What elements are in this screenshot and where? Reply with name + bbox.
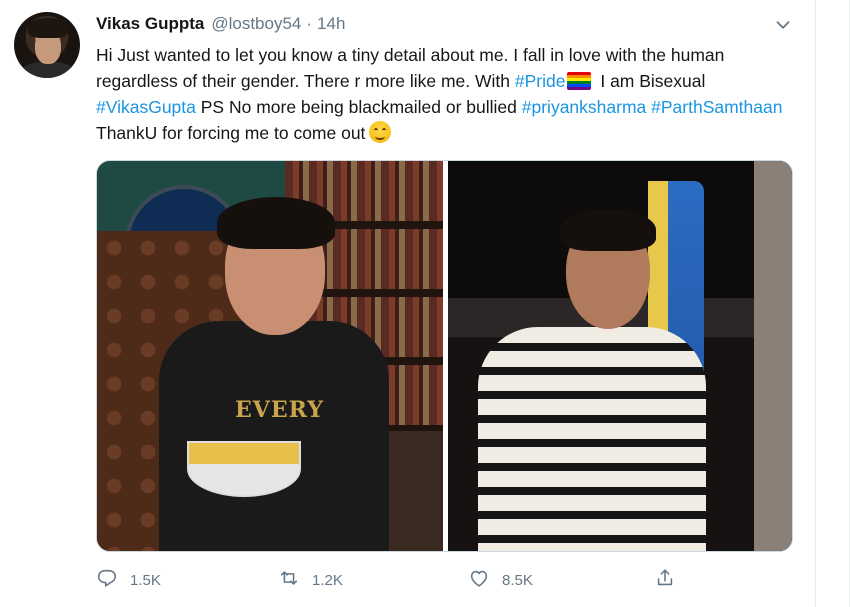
- author-name[interactable]: Vikas Guppta: [96, 14, 204, 34]
- smiling-face-icon: [369, 121, 392, 143]
- like-count: 8.5K: [502, 571, 533, 589]
- person-with-bowl-photo[interactable]: EVERY: [97, 161, 443, 551]
- column-divider: [815, 0, 816, 607]
- tweet-header: Vikas Guppta @lostboy54 · 14h: [96, 14, 345, 36]
- hashtag-parthsamthaan[interactable]: #ParthSamthaan: [651, 97, 782, 117]
- tweet-media: EVERY: [96, 160, 793, 552]
- reply-count: 1.5K: [130, 571, 161, 589]
- tweet-text-mid1: I am Bisexual: [595, 71, 706, 91]
- separator: ·: [306, 14, 313, 33]
- chevron-down-icon[interactable]: [772, 14, 794, 36]
- reply-icon: [96, 567, 118, 593]
- share-button[interactable]: [654, 567, 676, 593]
- retweet-count: 1.2K: [312, 571, 343, 589]
- hashtag-pride[interactable]: #Pride: [515, 71, 566, 91]
- like-button[interactable]: 8.5K: [468, 567, 533, 593]
- shirt-print-text: EVERY: [235, 397, 324, 423]
- tweet-text-outro: ThankU for forcing me to come out: [96, 123, 366, 143]
- rainbow-flag-icon: [567, 72, 592, 90]
- tweet-text: Hi Just wanted to let you know a tiny de…: [96, 42, 796, 146]
- timestamp[interactable]: 14h: [317, 14, 345, 34]
- tweet-text-mid2: PS No more being blackmailed or bullied: [195, 97, 522, 117]
- hashtag-vikasgupta[interactable]: #VikasGupta: [96, 97, 196, 117]
- tweet-actions: 1.5K 1.2K 8.5K: [96, 566, 796, 594]
- retweet-icon: [278, 567, 300, 593]
- share-icon: [654, 567, 676, 593]
- retweet-button[interactable]: 1.2K: [278, 567, 343, 593]
- hashtag-priyanksharma[interactable]: #priyanksharma: [522, 97, 647, 117]
- person-in-striped-shirt-photo[interactable]: [448, 161, 792, 551]
- tweet-card: Vikas Guppta @lostboy54 · 14h Hi Just wa…: [0, 0, 850, 607]
- like-icon: [468, 567, 490, 593]
- author-handle[interactable]: @lostboy54: [211, 14, 301, 34]
- avatar[interactable]: [14, 12, 80, 78]
- reply-button[interactable]: 1.5K: [96, 567, 161, 593]
